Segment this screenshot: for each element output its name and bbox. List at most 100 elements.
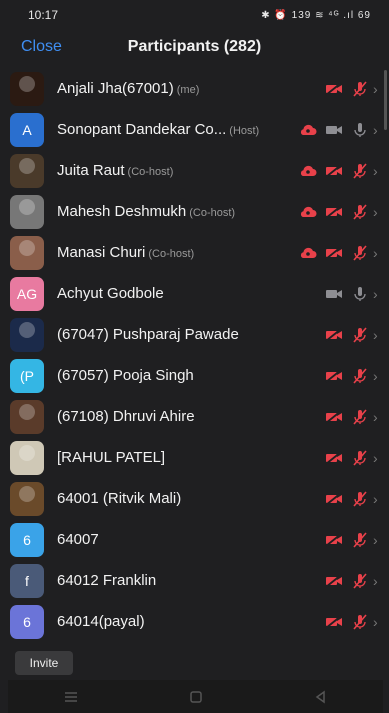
participant-name-wrap: 64012 Franklin [57,572,321,589]
participant-status-icons: › [295,202,385,222]
participant-name: Sonopant Dandekar Co... [57,121,227,138]
avatar [10,399,44,434]
mic-muted-icon [347,243,373,263]
participant-status-icons: › [321,571,385,591]
chevron-right-icon[interactable]: › [373,163,385,179]
participant-row[interactable]: f 64012 Franklin › [0,560,389,601]
participant-role: (Co-host) [148,248,195,260]
chevron-right-icon[interactable]: › [373,450,385,466]
video-off-icon [321,448,347,468]
participant-name-wrap: Juita Raut (Co-host) [57,162,295,179]
participant-row[interactable]: Manasi Churi (Co-host) › [0,232,389,273]
participants-list: Anjali Jha(67001) (me) › A Sonopant Dandekar… [0,68,389,642]
chevron-right-icon[interactable]: › [373,204,385,220]
back-nav-icon[interactable] [291,687,351,707]
cloud-record-icon [295,202,321,222]
participant-name: 64012 Franklin [57,572,157,589]
participant-row[interactable]: AG Achyut Godbole › [0,273,389,314]
participant-name-wrap: 64001 (Ritvik Mali) [57,490,321,507]
video-off-icon [321,571,347,591]
participant-status-icons: › [321,366,385,386]
participant-row[interactable]: (67108) Dhruvi Ahire › [0,396,389,437]
video-off-icon [321,243,347,263]
status-time: 10:17 [28,8,59,22]
participant-row[interactable]: (P (67057) Pooja Singh › [0,355,389,396]
participant-name-wrap: 64014(payal) [57,613,321,630]
avatar: A [10,112,44,147]
participant-row[interactable]: Mahesh Deshmukh (Co-host) › [0,191,389,232]
participant-role: (Host) [229,125,260,137]
avatar: 6 [10,522,44,557]
participant-name-wrap: (67108) Dhruvi Ahire [57,408,321,425]
video-off-icon [321,366,347,386]
participant-name: [RAHUL PATEL] [57,449,166,466]
mic-muted-icon [347,571,373,591]
participant-name: 64001 (Ritvik Mali) [57,490,182,507]
mic-muted-icon [347,366,373,386]
participant-status-icons: › [321,325,385,345]
participant-row[interactable]: 6 64007 › [0,519,389,560]
participant-row[interactable]: Juita Raut (Co-host) › [0,150,389,191]
participant-name-wrap: 64007 [57,531,321,548]
participant-name-wrap: Achyut Godbole [57,285,321,302]
participant-status-icons: › [295,161,385,181]
participant-name-wrap: Manasi Churi (Co-host) [57,244,295,261]
participant-row[interactable]: A Sonopant Dandekar Co... (Host) › [0,109,389,150]
chevron-right-icon[interactable]: › [373,532,385,548]
participant-role: (Co-host) [127,166,174,178]
participant-status-icons: › [321,530,385,550]
participant-name: Achyut Godbole [57,285,164,302]
close-button[interactable]: Close [21,38,62,56]
participant-name-wrap: (67057) Pooja Singh [57,367,321,384]
participant-row[interactable]: 6 64014(payal) › [0,601,389,642]
avatar: AG [10,276,44,311]
mic-muted-icon [347,612,373,632]
participant-name: (67108) Dhruvi Ahire [57,408,195,425]
invite-button[interactable]: Invite [15,651,73,675]
video-off-icon [321,489,347,509]
participant-name: (67047) Pushparaj Pawade [57,326,239,343]
participant-row[interactable]: 64001 (Ritvik Mali) › [0,478,389,519]
chevron-right-icon[interactable]: › [373,245,385,261]
mic-muted-icon [347,530,373,550]
participant-row[interactable]: (67047) Pushparaj Pawade › [0,314,389,355]
video-off-icon [321,79,347,99]
chevron-right-icon[interactable]: › [373,409,385,425]
avatar [10,153,44,188]
chevron-right-icon[interactable]: › [373,491,385,507]
participant-name-wrap: Mahesh Deshmukh (Co-host) [57,203,295,220]
video-off-icon [321,325,347,345]
participant-status-icons: › [321,448,385,468]
chevron-right-icon[interactable]: › [373,368,385,384]
video-off-icon [321,530,347,550]
video-off-icon [321,407,347,427]
participant-name-wrap: (67047) Pushparaj Pawade [57,326,321,343]
participant-role: (me) [176,84,200,96]
participant-name: 64014(payal) [57,613,145,630]
participant-name-wrap: [RAHUL PATEL] [57,449,321,466]
participant-status-icons: › [295,243,385,263]
chevron-right-icon[interactable]: › [373,286,385,302]
participant-status-icons: › [321,407,385,427]
mic-muted-icon [347,79,373,99]
cloud-record-icon [295,161,321,181]
chevron-right-icon[interactable]: › [373,573,385,589]
chevron-right-icon[interactable]: › [373,614,385,630]
scrollbar[interactable] [384,70,387,130]
menu-nav-icon[interactable] [41,687,101,707]
mic-muted-icon [347,407,373,427]
avatar: f [10,563,44,598]
avatar [10,194,44,229]
cloud-record-icon [295,243,321,263]
cloud-record-icon [295,120,321,140]
header: Close Participants (282) [0,30,389,64]
chevron-right-icon[interactable]: › [373,327,385,343]
participant-row[interactable]: Anjali Jha(67001) (me) › [0,68,389,109]
participant-name-wrap: Sonopant Dandekar Co... (Host) [57,121,295,138]
home-nav-icon[interactable] [166,687,226,707]
participant-name: Juita Raut [57,162,125,179]
avatar: 6 [10,604,44,639]
video-off-icon [321,202,347,222]
participant-row[interactable]: [RAHUL PATEL] › [0,437,389,478]
avatar [10,440,44,475]
